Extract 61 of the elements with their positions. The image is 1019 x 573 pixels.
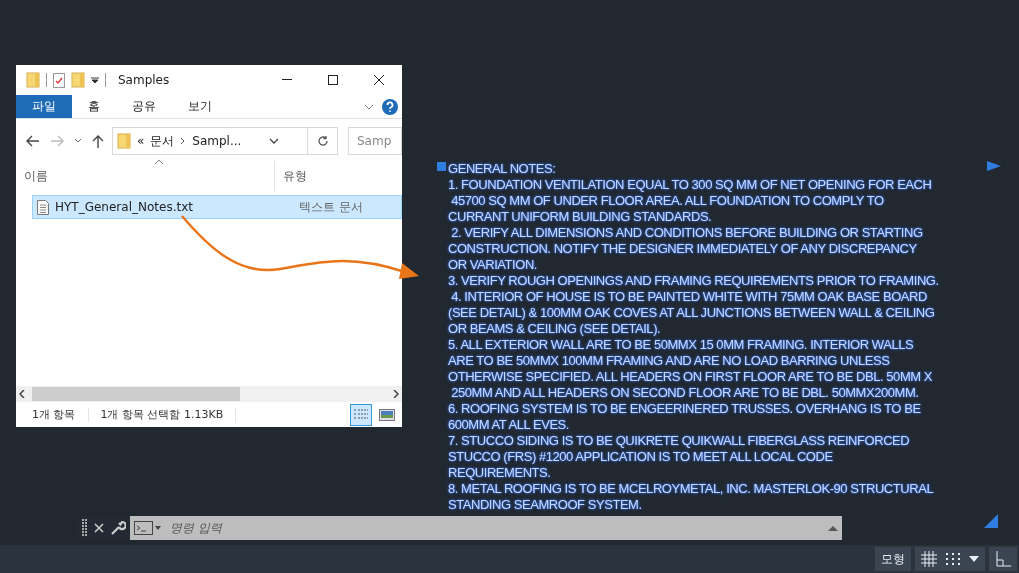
text-file-icon <box>37 199 49 215</box>
caret-down-icon <box>969 556 979 562</box>
recent-locations-button[interactable] <box>72 138 84 144</box>
command-line-field[interactable]: 명령 입력 <box>130 516 842 540</box>
details-view-button[interactable] <box>350 403 372 426</box>
chevron-left-icon <box>19 390 25 398</box>
ribbon-tab[interactable]: 홈 <box>72 95 116 118</box>
up-arrow-icon <box>92 134 104 148</box>
minimize-icon <box>282 79 292 81</box>
ribbon-tab[interactable]: 보기 <box>172 95 228 118</box>
drafting-settings-button[interactable] <box>915 547 985 571</box>
folder-icon <box>71 72 85 88</box>
help-icon[interactable] <box>382 98 398 115</box>
close-icon[interactable] <box>94 523 104 533</box>
grid-icon <box>921 551 937 567</box>
grip-icon[interactable] <box>82 519 88 537</box>
back-button[interactable] <box>24 135 42 147</box>
back-arrow-icon <box>26 135 40 147</box>
ribbon-tab[interactable]: 파일 <box>16 95 72 118</box>
column-header[interactable]: 이름 <box>16 161 274 191</box>
details-list-icon <box>353 407 369 422</box>
square-grip-icon[interactable] <box>437 162 446 171</box>
dot-grid-icon <box>945 552 961 566</box>
triangle-grip-icon[interactable] <box>984 514 998 528</box>
caret-up-icon[interactable] <box>828 525 838 531</box>
chevron-down-icon <box>74 138 82 144</box>
maximize-icon <box>328 75 338 85</box>
item-count: 1개 항목 <box>32 407 76 422</box>
chevron-down-icon[interactable] <box>269 138 280 144</box>
chevron-icon <box>180 137 187 145</box>
ortho-button[interactable] <box>989 547 1017 571</box>
scroll-right-button[interactable] <box>390 390 402 398</box>
model-tab[interactable]: 모형 <box>875 547 911 571</box>
file-name: HYT_General_Notes.txt <box>55 200 193 214</box>
general-notes-text: GENERAL NOTES: 1. FOUNDATION VENTILATION EQUAL TO 300 SQ MM OF NET OPENING FOR EACH 45700 SQ MM OF UNDER FLOOR AREA. ALL FOUNDATION TO COMPLY TO CURRANT UNIFORM BUILDING STANDARDS. 2. VERIFY ALL DIMENSIONS AND CONDITIONS BEFORE BUILDING OR STARTING CONSTRUCTION. NOTIFY THE DESIGNER IMMEDIATELY OF ANY DISCREPANCY OR VARIATION. 3. VERIFY ROUGH OPENINGS AND FRAMING REQUIREMENTS PRIOR TO FRAMING. 4. INTERIOR OF HOUSE IS TO BE PAINTED WHITE WITH 75MM OAK BASE BOARD (SEE DETAIL) & 100MM OAK COVES AT ALL JUNCTIONS BETWEEN WALL & CEILING OR BEAMS & CEILING (SEE DETAIL). 5. ALL EXTERIOR WALL ARE TO BE 50MMX 15 0MM FRAMING. INTERIOR WALLS ARE TO BE 50MMX 100MM FRAMING AND ARE NO LOAD BARRING UNLESS OTHERWISE SPECIFIED. ALL HEADERS ON FIRST FLOOR ARE TO BE DBL. 50MM X 250MM AND ALL HEADERS ON SECOND FLOOR ARE TO BE DBL. 50MMX200MM. 6. ROOFING SYSTEM IS TO BE ENGEERINERED TRUSSES. OVERHANG IS TO BE 600MM AT ALL EVES. 7. STUCCO SIDING IS TO BE QUIKRETE QUIKWALL FIBERGLASS REINFORCED STUCCO (FRS) #1200 APPLICATION IS TO MEET ALL LOCAL CODE REQUIREMENTS. 8. METAL ROOFING IS TO BE MCELROYMETAL, INC. MASTERLOK-90 STRUCTURAL STANDING SEAMROOF SYSTEM. <box>448 161 939 513</box>
up-button[interactable] <box>90 134 106 148</box>
file-row[interactable]: HYT_General_Notes.txt 텍스트 문서 <box>32 195 402 219</box>
close-icon <box>374 75 384 85</box>
checklist-icon <box>53 72 65 88</box>
scrollbar-thumb[interactable] <box>32 387 240 401</box>
address-bar[interactable]: « 문서 Sampl... <box>112 127 338 155</box>
command-input-field[interactable]: 명령 입력 <box>168 520 822 536</box>
right-angle-icon <box>995 551 1011 567</box>
scroll-left-button[interactable] <box>16 390 28 398</box>
landscape-picture-icon <box>379 408 395 421</box>
caret-icon[interactable] <box>91 76 99 84</box>
folder-icon <box>26 72 40 88</box>
file-type: 텍스트 문서 <box>298 198 364 216</box>
column-header[interactable]: 유형 <box>274 161 402 191</box>
terminal-icon[interactable] <box>134 521 162 535</box>
wrench-icon[interactable] <box>110 520 126 536</box>
search-field[interactable]: Samp <box>348 127 402 155</box>
window-title: Samples <box>118 73 170 87</box>
forward-arrow-icon <box>50 135 64 147</box>
folder-icon <box>117 133 131 149</box>
refresh-icon <box>316 135 329 147</box>
ribbon-tab[interactable]: 공유 <box>116 95 172 118</box>
chevron-right-icon <box>393 390 399 398</box>
triangle-grip-icon[interactable] <box>987 161 1001 171</box>
sort-caret-icon <box>154 159 164 165</box>
selection-info: 1개 항목 선택함 1.13KB <box>100 407 224 422</box>
